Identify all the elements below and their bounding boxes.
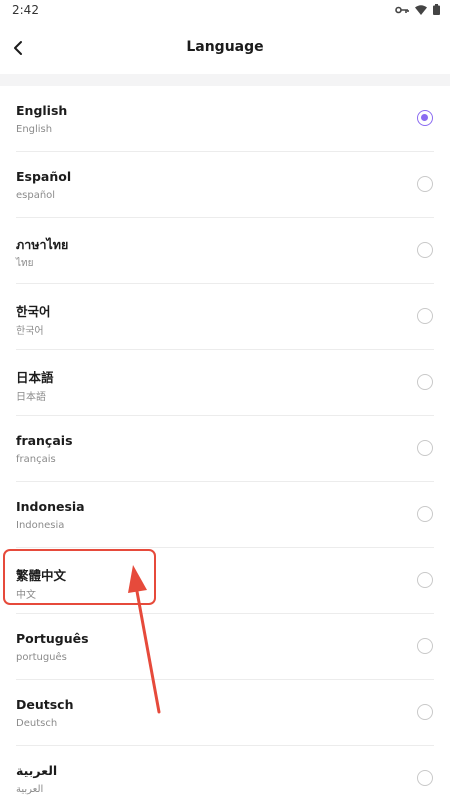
language-list: English English Español español ภาษาไทย … — [0, 86, 450, 812]
language-native-name: Deutsch — [16, 718, 58, 729]
language-name: Indonesia — [16, 499, 85, 514]
language-native-name: English — [16, 124, 53, 135]
language-option-german[interactable]: Deutsch Deutsch — [0, 680, 450, 746]
language-native-name: ไทย — [16, 258, 34, 269]
radio-unselected[interactable] — [417, 704, 433, 720]
radio-unselected[interactable] — [417, 440, 433, 456]
battery-icon — [433, 4, 440, 15]
language-name: Español — [16, 169, 72, 184]
language-native-name: 中文 — [16, 590, 36, 601]
radio-unselected[interactable] — [417, 308, 433, 324]
status-bar: 2:42 — [0, 0, 450, 22]
radio-unselected[interactable] — [417, 506, 433, 522]
language-name: العربية — [16, 763, 58, 778]
app-bar: Language — [0, 22, 450, 74]
language-native-name: العربية — [16, 784, 44, 795]
language-option-arabic[interactable]: العربية العربية — [0, 746, 450, 812]
language-name: français — [16, 433, 73, 448]
wifi-icon — [415, 4, 427, 15]
language-option-portuguese[interactable]: Português português — [0, 614, 450, 680]
language-native-name: español — [16, 190, 56, 201]
language-option-japanese[interactable]: 日本語 日本語 — [0, 350, 450, 416]
status-icons — [395, 4, 440, 15]
radio-selected[interactable] — [417, 110, 433, 126]
radio-unselected[interactable] — [417, 572, 433, 588]
radio-unselected[interactable] — [417, 770, 433, 786]
language-native-name: português — [16, 652, 67, 663]
language-option-indonesian[interactable]: Indonesia Indonesia — [0, 482, 450, 548]
language-native-name: 日本語 — [16, 392, 46, 403]
radio-unselected[interactable] — [417, 242, 433, 258]
vpn-key-icon — [395, 5, 409, 15]
header-divider — [0, 74, 450, 86]
language-name: 한국어 — [16, 304, 51, 319]
language-option-korean[interactable]: 한국어 한국어 — [0, 284, 450, 350]
language-native-name: 한국어 — [16, 326, 44, 337]
radio-unselected[interactable] — [417, 374, 433, 390]
language-name: 繁體中文 — [16, 568, 67, 583]
language-native-name: Indonesia — [16, 520, 65, 531]
language-option-traditional-chinese[interactable]: 繁體中文 中文 — [0, 548, 450, 614]
page-title: Language — [186, 39, 264, 55]
language-option-english[interactable]: English English — [0, 86, 450, 152]
language-name: English — [16, 103, 68, 118]
language-native-name: français — [16, 454, 56, 465]
language-option-spanish[interactable]: Español español — [0, 152, 450, 218]
language-name: Deutsch — [16, 697, 74, 712]
language-option-thai[interactable]: ภาษาไทย ไทย — [0, 218, 450, 284]
language-name: Português — [16, 631, 89, 646]
language-name: ภาษาไทย — [16, 237, 69, 252]
language-option-french[interactable]: français français — [0, 416, 450, 482]
radio-unselected[interactable] — [417, 176, 433, 192]
status-time: 2:42 — [12, 3, 39, 17]
radio-unselected[interactable] — [417, 638, 433, 654]
language-name: 日本語 — [16, 370, 54, 385]
